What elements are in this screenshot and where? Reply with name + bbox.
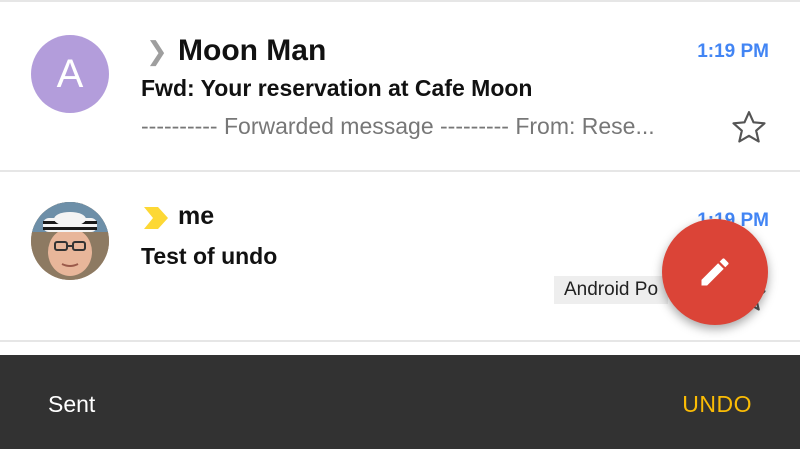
email-subject: Fwd: Your reservation at Cafe Moon [141,75,533,101]
email-list-item[interactable]: A ❯ Moon Man 1:19 PM Fwd: Your reservati… [0,2,800,170]
sender-avatar[interactable] [31,202,109,280]
email-time: 1:19 PM [697,41,769,62]
star-icon[interactable] [729,108,769,148]
profile-photo [31,202,109,280]
importance-marker-icon[interactable] [142,205,170,231]
label-chip[interactable]: Android Po [554,276,669,304]
undo-button[interactable]: UNDO [682,391,752,418]
sender-name: me [178,202,215,230]
row-divider [0,340,800,342]
sender-avatar[interactable]: A [31,35,109,113]
email-subject: Test of undo [141,243,278,269]
email-snippet: ---------- Forwarded message --------- F… [141,113,655,139]
importance-marker-icon[interactable]: ❯ [146,38,168,64]
compose-button[interactable] [662,219,768,325]
snackbar-message: Sent [48,391,96,417]
sender-name: Moon Man [178,34,327,67]
pencil-icon [701,258,729,286]
snackbar: Sent UNDO [0,355,800,449]
